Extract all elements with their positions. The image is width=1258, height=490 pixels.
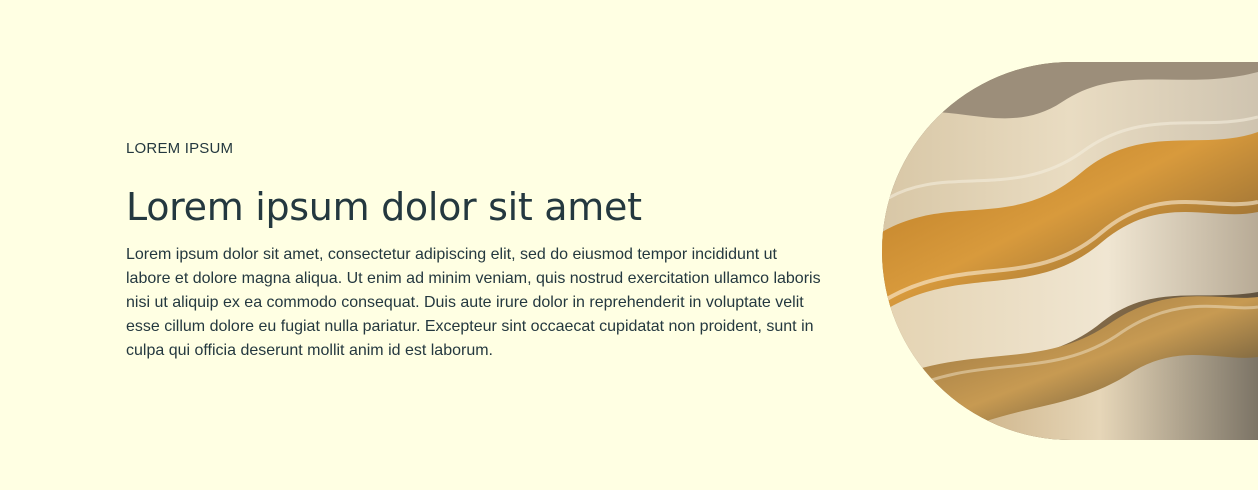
abstract-sand-waves-graphic	[882, 62, 1258, 440]
hero-eyebrow: LOREM IPSUM	[126, 140, 234, 157]
hero-image	[882, 62, 1258, 440]
hero-text-block: LOREM IPSUM Lorem ipsum dolor sit amet L…	[126, 140, 826, 363]
hero-title: Lorem ipsum dolor sit amet	[126, 185, 642, 229]
hero-body: Lorem ipsum dolor sit amet, consectetur …	[126, 246, 821, 359]
